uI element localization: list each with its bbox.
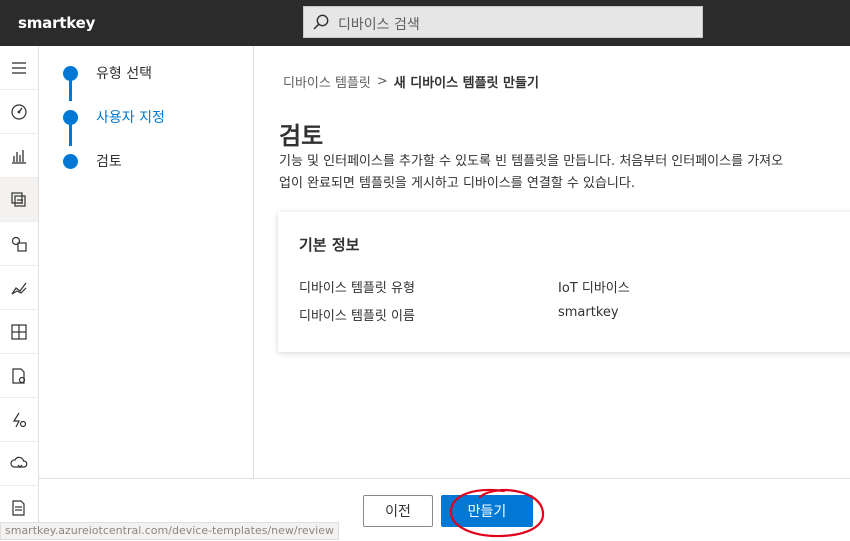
bar-chart-icon xyxy=(12,149,26,164)
step-customize[interactable]: 사용자 지정 xyxy=(63,107,165,127)
main-content: 디바이스 템플릿 > 새 디바이스 템플릿 만들기 검토 기능 및 인터페이스를… xyxy=(254,46,850,478)
menu-icon xyxy=(12,61,26,74)
rules-icon xyxy=(12,412,27,427)
step-dot xyxy=(63,65,78,81)
analytics-icon xyxy=(11,282,27,295)
step-review[interactable]: 검토 xyxy=(63,151,122,171)
audit-log-icon xyxy=(12,499,25,516)
jobs-icon xyxy=(12,367,26,384)
nav-item-analytics[interactable] xyxy=(0,266,38,310)
info-key: 디바이스 템플릿 유형 xyxy=(299,281,415,296)
wizard-steps: 유형 선택 사용자 지정 검토 xyxy=(39,46,254,478)
step-select-type[interactable]: 유형 선택 xyxy=(63,63,152,83)
step-connector xyxy=(69,124,72,146)
nav-item-dashboards[interactable] xyxy=(0,310,38,354)
device-templates-icon xyxy=(11,191,26,207)
app-name[interactable]: smartkey xyxy=(18,14,95,32)
left-nav-rail xyxy=(0,46,39,540)
search-box[interactable]: 디바이스 검색 xyxy=(303,6,703,38)
page-description: 기능 및 인터페이스를 추가할 수 있도록 빈 템플릿을 만듭니다. 처음부터 … xyxy=(279,151,850,195)
nav-item-rules[interactable] xyxy=(0,398,38,442)
nav-item-device-templates[interactable] xyxy=(0,178,38,222)
annotation-circle xyxy=(449,488,545,538)
nav-item-data-export[interactable] xyxy=(0,442,38,486)
data-export-icon xyxy=(10,456,28,468)
nav-item-jobs[interactable] xyxy=(0,354,38,398)
description-line: 업이 완료되면 템플릿을 게시하고 디바이스를 연결할 수 있습니다. xyxy=(279,176,635,191)
step-label: 검토 xyxy=(96,154,122,170)
basic-info-card: 기본 정보 디바이스 템플릿 유형 IoT 디바이스 디바이스 템플릿 이름 s… xyxy=(278,212,850,352)
nav-item-devices[interactable] xyxy=(0,134,38,178)
card-title: 기본 정보 xyxy=(299,236,360,254)
device-groups-icon xyxy=(11,236,27,252)
dashboard-gauge-icon xyxy=(11,103,27,120)
step-dot xyxy=(63,153,78,169)
description-line: 기능 및 인터페이스를 추가할 수 있도록 빈 템플릿을 만듭니다. 처음부터 … xyxy=(279,154,784,169)
info-key: 디바이스 템플릿 이름 xyxy=(299,309,415,324)
step-label: 유형 선택 xyxy=(96,66,152,82)
breadcrumb-parent-link[interactable]: 디바이스 템플릿 xyxy=(283,72,371,91)
step-dot xyxy=(63,109,78,125)
nav-item-device-groups[interactable] xyxy=(0,222,38,266)
info-value: smartkey xyxy=(558,305,619,320)
menu-button[interactable] xyxy=(0,46,38,90)
nav-item-dashboard[interactable] xyxy=(0,90,38,134)
chevron-right-icon: > xyxy=(376,74,388,89)
status-bar-url: smartkey.azureiotcentral.com/device-temp… xyxy=(0,522,339,540)
breadcrumb: 디바이스 템플릿 > 새 디바이스 템플릿 만들기 xyxy=(283,72,539,91)
top-bar: smartkey 디바이스 검색 xyxy=(0,0,850,46)
page-title: 검토 xyxy=(279,122,324,150)
search-placeholder: 디바이스 검색 xyxy=(338,17,420,33)
dashboards-grid-icon xyxy=(11,323,27,340)
previous-button[interactable]: 이전 xyxy=(363,495,433,527)
search-icon xyxy=(313,14,329,30)
info-value: IoT 디바이스 xyxy=(558,281,630,296)
breadcrumb-current: 새 디바이스 템플릿 만들기 xyxy=(393,76,539,91)
step-label: 사용자 지정 xyxy=(96,110,165,126)
